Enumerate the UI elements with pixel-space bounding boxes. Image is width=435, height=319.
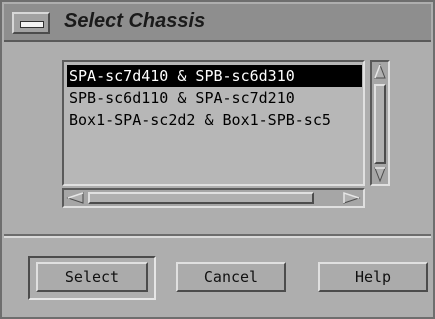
vertical-scrollbar[interactable]: [370, 60, 390, 186]
chassis-list-item[interactable]: Box1-SPA-sc2d2 & Box1-SPB-sc5: [67, 109, 362, 131]
arrow-left-icon[interactable]: [66, 191, 86, 205]
chassis-list[interactable]: SPA-sc7d410 & SPB-sc6d310 SPB-sc6d110 & S…: [62, 60, 365, 186]
select-chassis-dialog: Select Chassis SPA-sc7d410 & SPB-sc6d310…: [0, 0, 435, 319]
window-menu-button[interactable]: [12, 12, 50, 34]
arrow-right-icon[interactable]: [341, 191, 361, 205]
arrow-up-icon[interactable]: [373, 63, 387, 81]
window-menu-icon: [20, 21, 44, 28]
chassis-list-item[interactable]: SPA-sc7d410 & SPB-sc6d310: [67, 65, 362, 87]
window-title: Select Chassis: [64, 10, 206, 32]
horizontal-scrollbar[interactable]: [62, 188, 365, 208]
help-button[interactable]: Help: [318, 262, 428, 292]
title-bar[interactable]: Select Chassis: [4, 4, 431, 42]
select-button[interactable]: Select: [36, 262, 148, 292]
horizontal-scroll-thumb[interactable]: [88, 192, 314, 204]
arrow-down-icon[interactable]: [373, 165, 387, 183]
chassis-list-item[interactable]: SPB-sc6d110 & SPA-sc7d210: [67, 87, 362, 109]
separator: [4, 234, 431, 238]
cancel-button[interactable]: Cancel: [176, 262, 286, 292]
vertical-scroll-thumb[interactable]: [374, 84, 386, 164]
chassis-listbox[interactable]: SPA-sc7d410 & SPB-sc6d310 SPB-sc6d110 & S…: [67, 65, 362, 181]
